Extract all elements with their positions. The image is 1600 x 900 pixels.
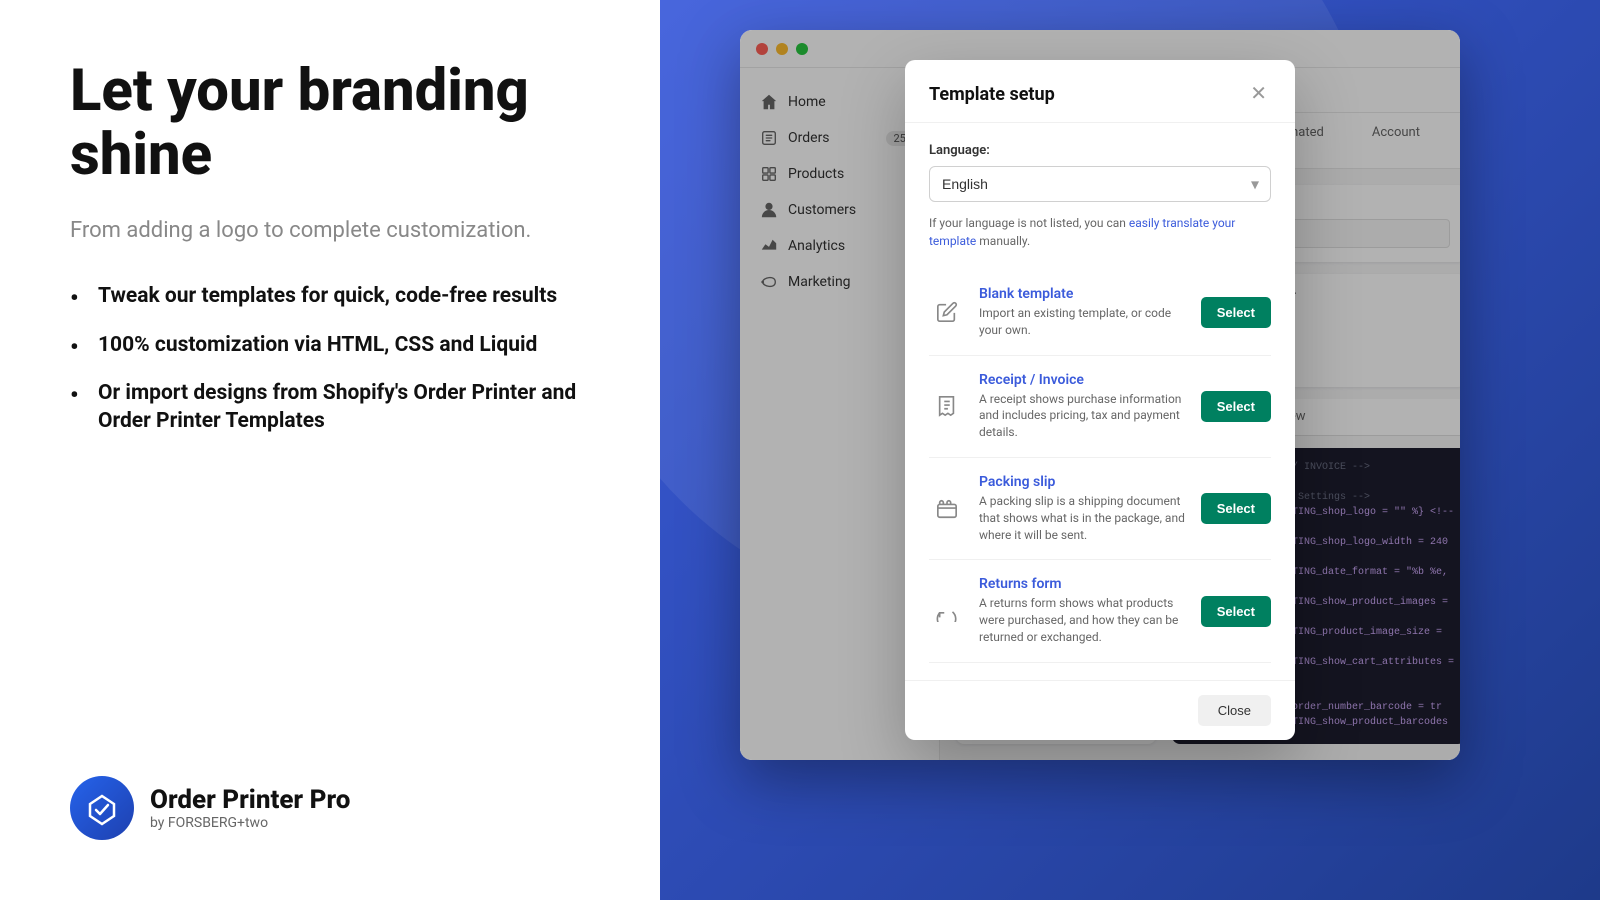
- template-item: Packing slip A packing slip is a shipping…: [929, 458, 1271, 560]
- template-icon: [929, 593, 965, 629]
- bullet-list: Tweak our templates for quick, code-free…: [70, 282, 590, 435]
- language-label: Language:: [929, 143, 1271, 158]
- admin-window: Home Orders 256 Products Customers: [740, 30, 1460, 760]
- modal-close-button[interactable]: ✕: [1246, 80, 1271, 108]
- logo-byline: by FORSBERG+two: [150, 815, 350, 831]
- template-item: Receipt / Invoice A receipt shows purchas…: [929, 356, 1271, 458]
- template-list: Blank template Import an existing templat…: [929, 270, 1271, 680]
- template-icon: [929, 294, 965, 330]
- template-icon: [929, 388, 965, 424]
- app-logo-icon: [70, 776, 134, 840]
- modal-body: Language: English French German Spanish …: [905, 123, 1295, 680]
- template-description: A returns form shows what products were …: [979, 595, 1187, 645]
- select-template-button[interactable]: Select: [1201, 297, 1271, 328]
- template-item: Returns form A returns form shows what pr…: [929, 560, 1271, 662]
- sub-heading: From adding a logo to complete customiza…: [70, 216, 590, 247]
- translate-link[interactable]: easily translate your template: [929, 216, 1235, 248]
- template-item: Blank template Import an existing templat…: [929, 270, 1271, 356]
- template-name: Receipt / Invoice: [979, 372, 1187, 388]
- logo-name: Order Printer Pro: [150, 785, 350, 815]
- template-name: Packing slip: [979, 474, 1187, 490]
- modal-overlay: Template setup ✕ Language: English Frenc…: [740, 30, 1460, 760]
- select-template-button[interactable]: Select: [1201, 391, 1271, 422]
- left-panel: Let your branding shine From adding a lo…: [0, 0, 660, 900]
- bullet-item-1: Tweak our templates for quick, code-free…: [70, 282, 590, 310]
- close-button[interactable]: Close: [1198, 695, 1271, 726]
- select-template-button[interactable]: Select: [1201, 493, 1271, 524]
- language-select-wrap: English French German Spanish ▾: [929, 166, 1271, 202]
- modal-header: Template setup ✕: [905, 60, 1295, 123]
- modal-footer: Close: [905, 680, 1295, 740]
- main-heading: Let your branding shine: [70, 60, 590, 188]
- select-template-button[interactable]: Select: [1201, 596, 1271, 627]
- template-name: Blank template: [979, 286, 1187, 302]
- left-content: Let your branding shine From adding a lo…: [70, 60, 590, 456]
- template-item: Quote for Draft ordersQuotes are used fo…: [929, 663, 1271, 680]
- bullet-item-2: 100% customization via HTML, CSS and Liq…: [70, 331, 590, 359]
- template-description: Import an existing template, or code you…: [979, 305, 1187, 339]
- logo-section: Order Printer Pro by FORSBERG+two: [70, 776, 590, 840]
- template-name: Returns form: [979, 576, 1187, 592]
- bullet-item-3: Or import designs from Shopify's Order P…: [70, 379, 590, 436]
- logo-text: Order Printer Pro by FORSBERG+two: [150, 785, 350, 831]
- modal-title: Template setup: [929, 84, 1055, 105]
- language-note: If your language is not listed, you can …: [929, 214, 1271, 250]
- template-setup-modal: Template setup ✕ Language: English Frenc…: [905, 60, 1295, 740]
- template-description: A receipt shows purchase information and…: [979, 391, 1187, 441]
- template-description: A packing slip is a shipping document th…: [979, 493, 1187, 543]
- template-icon: [929, 491, 965, 527]
- right-panel: Home Orders 256 Products Customers: [660, 0, 1600, 900]
- language-select[interactable]: English French German Spanish: [929, 166, 1271, 202]
